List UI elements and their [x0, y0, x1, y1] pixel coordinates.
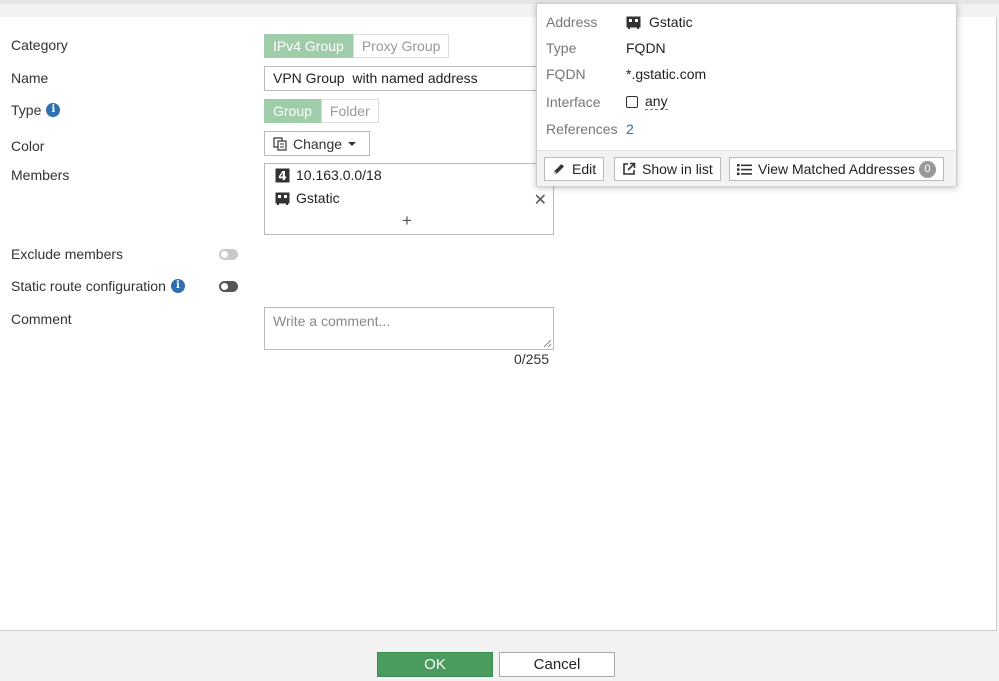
comment-counter: 0/255: [514, 351, 550, 367]
category-label: Category: [11, 37, 68, 53]
svg-text:4: 4: [278, 169, 286, 183]
members-list[interactable]: 4 10.163.0.0/18 Gstatic ✕ +: [264, 163, 554, 235]
color-palette-icon: [273, 136, 287, 151]
edit-label: Edit: [572, 161, 597, 177]
member-label: 10.163.0.0/18: [296, 167, 382, 183]
comment-textarea[interactable]: Write a comment...: [264, 307, 554, 350]
fqdn-address-icon: [275, 191, 290, 206]
name-input[interactable]: VPN Group with named address: [264, 66, 554, 91]
info-icon[interactable]: i: [170, 279, 185, 293]
fqdn-address-icon: [626, 15, 641, 30]
tooltip-interface-row: Interface any: [546, 93, 668, 110]
view-matched-addresses-button[interactable]: View Matched Addresses 0: [729, 157, 944, 181]
tooltip-type-key: Type: [546, 40, 577, 56]
category-option-ipv4-group[interactable]: IPv4 Group: [264, 34, 353, 58]
view-matched-label: View Matched Addresses: [758, 161, 915, 177]
color-label: Color: [11, 138, 45, 154]
cancel-button[interactable]: Cancel: [499, 652, 615, 677]
subnet-icon: 4: [275, 168, 290, 183]
type-selector: Group Folder: [264, 99, 379, 123]
tooltip-actions: Edit Show in list View Matched Addresses…: [537, 150, 956, 186]
list-icon: [737, 163, 752, 176]
member-item[interactable]: Gstatic: [275, 190, 340, 206]
info-icon[interactable]: i: [46, 103, 61, 117]
tooltip-interface-key: Interface: [546, 93, 601, 110]
type-option-folder[interactable]: Folder: [320, 99, 379, 123]
tooltip-fqdn-value: *.gstatic.com: [626, 66, 707, 82]
tooltip-interface-value[interactable]: any: [645, 93, 668, 110]
show-in-list-button[interactable]: Show in list: [614, 157, 721, 181]
color-change-button[interactable]: Change: [264, 131, 370, 156]
name-label: Name: [11, 70, 49, 86]
tooltip-type-value: FQDN: [626, 40, 666, 56]
exclude-members-label: Exclude members: [11, 246, 124, 262]
remove-member-icon[interactable]: ✕: [534, 190, 547, 210]
tooltip-address-value: Gstatic: [649, 14, 693, 30]
member-label: Gstatic: [296, 190, 340, 206]
edit-button[interactable]: Edit: [544, 157, 605, 181]
category-option-proxy-group[interactable]: Proxy Group: [352, 34, 450, 58]
tooltip-address-row: Address Gstatic: [546, 14, 693, 30]
members-label: Members: [11, 167, 70, 183]
exclude-members-toggle[interactable]: [219, 249, 238, 260]
tooltip-type-row: Type FQDN: [546, 40, 666, 56]
address-tooltip: Address Gstatic Type FQDN FQDN *.gstatic…: [536, 3, 957, 186]
ok-button[interactable]: OK: [377, 652, 493, 677]
tooltip-address-key: Address: [546, 14, 598, 30]
static-route-label: Static route configuration i: [11, 278, 185, 294]
interface-square-icon: [626, 95, 638, 108]
category-selector: IPv4 Group Proxy Group: [264, 34, 450, 58]
tooltip-references-key: References: [546, 121, 618, 137]
tooltip-references-row: References 2: [546, 121, 634, 137]
tooltip-references-link[interactable]: 2: [626, 121, 634, 137]
type-label: Type i: [11, 102, 61, 118]
comment-label: Comment: [11, 311, 72, 327]
comment-placeholder: Write a comment...: [273, 313, 391, 329]
type-option-group[interactable]: Group: [264, 99, 321, 123]
chevron-down-icon: [348, 141, 357, 146]
resize-handle-icon[interactable]: [544, 340, 551, 347]
tooltip-fqdn-key: FQDN: [546, 66, 586, 82]
add-member-icon[interactable]: +: [402, 211, 412, 231]
external-link-icon: [622, 162, 636, 176]
matched-count-badge: 0: [918, 160, 936, 178]
static-route-toggle[interactable]: [219, 281, 238, 292]
tooltip-fqdn-row: FQDN *.gstatic.com: [546, 66, 706, 82]
member-item[interactable]: 4 10.163.0.0/18: [275, 167, 382, 183]
show-in-list-label: Show in list: [642, 161, 713, 177]
pencil-icon: [552, 162, 566, 176]
color-change-label: Change: [293, 135, 343, 152]
